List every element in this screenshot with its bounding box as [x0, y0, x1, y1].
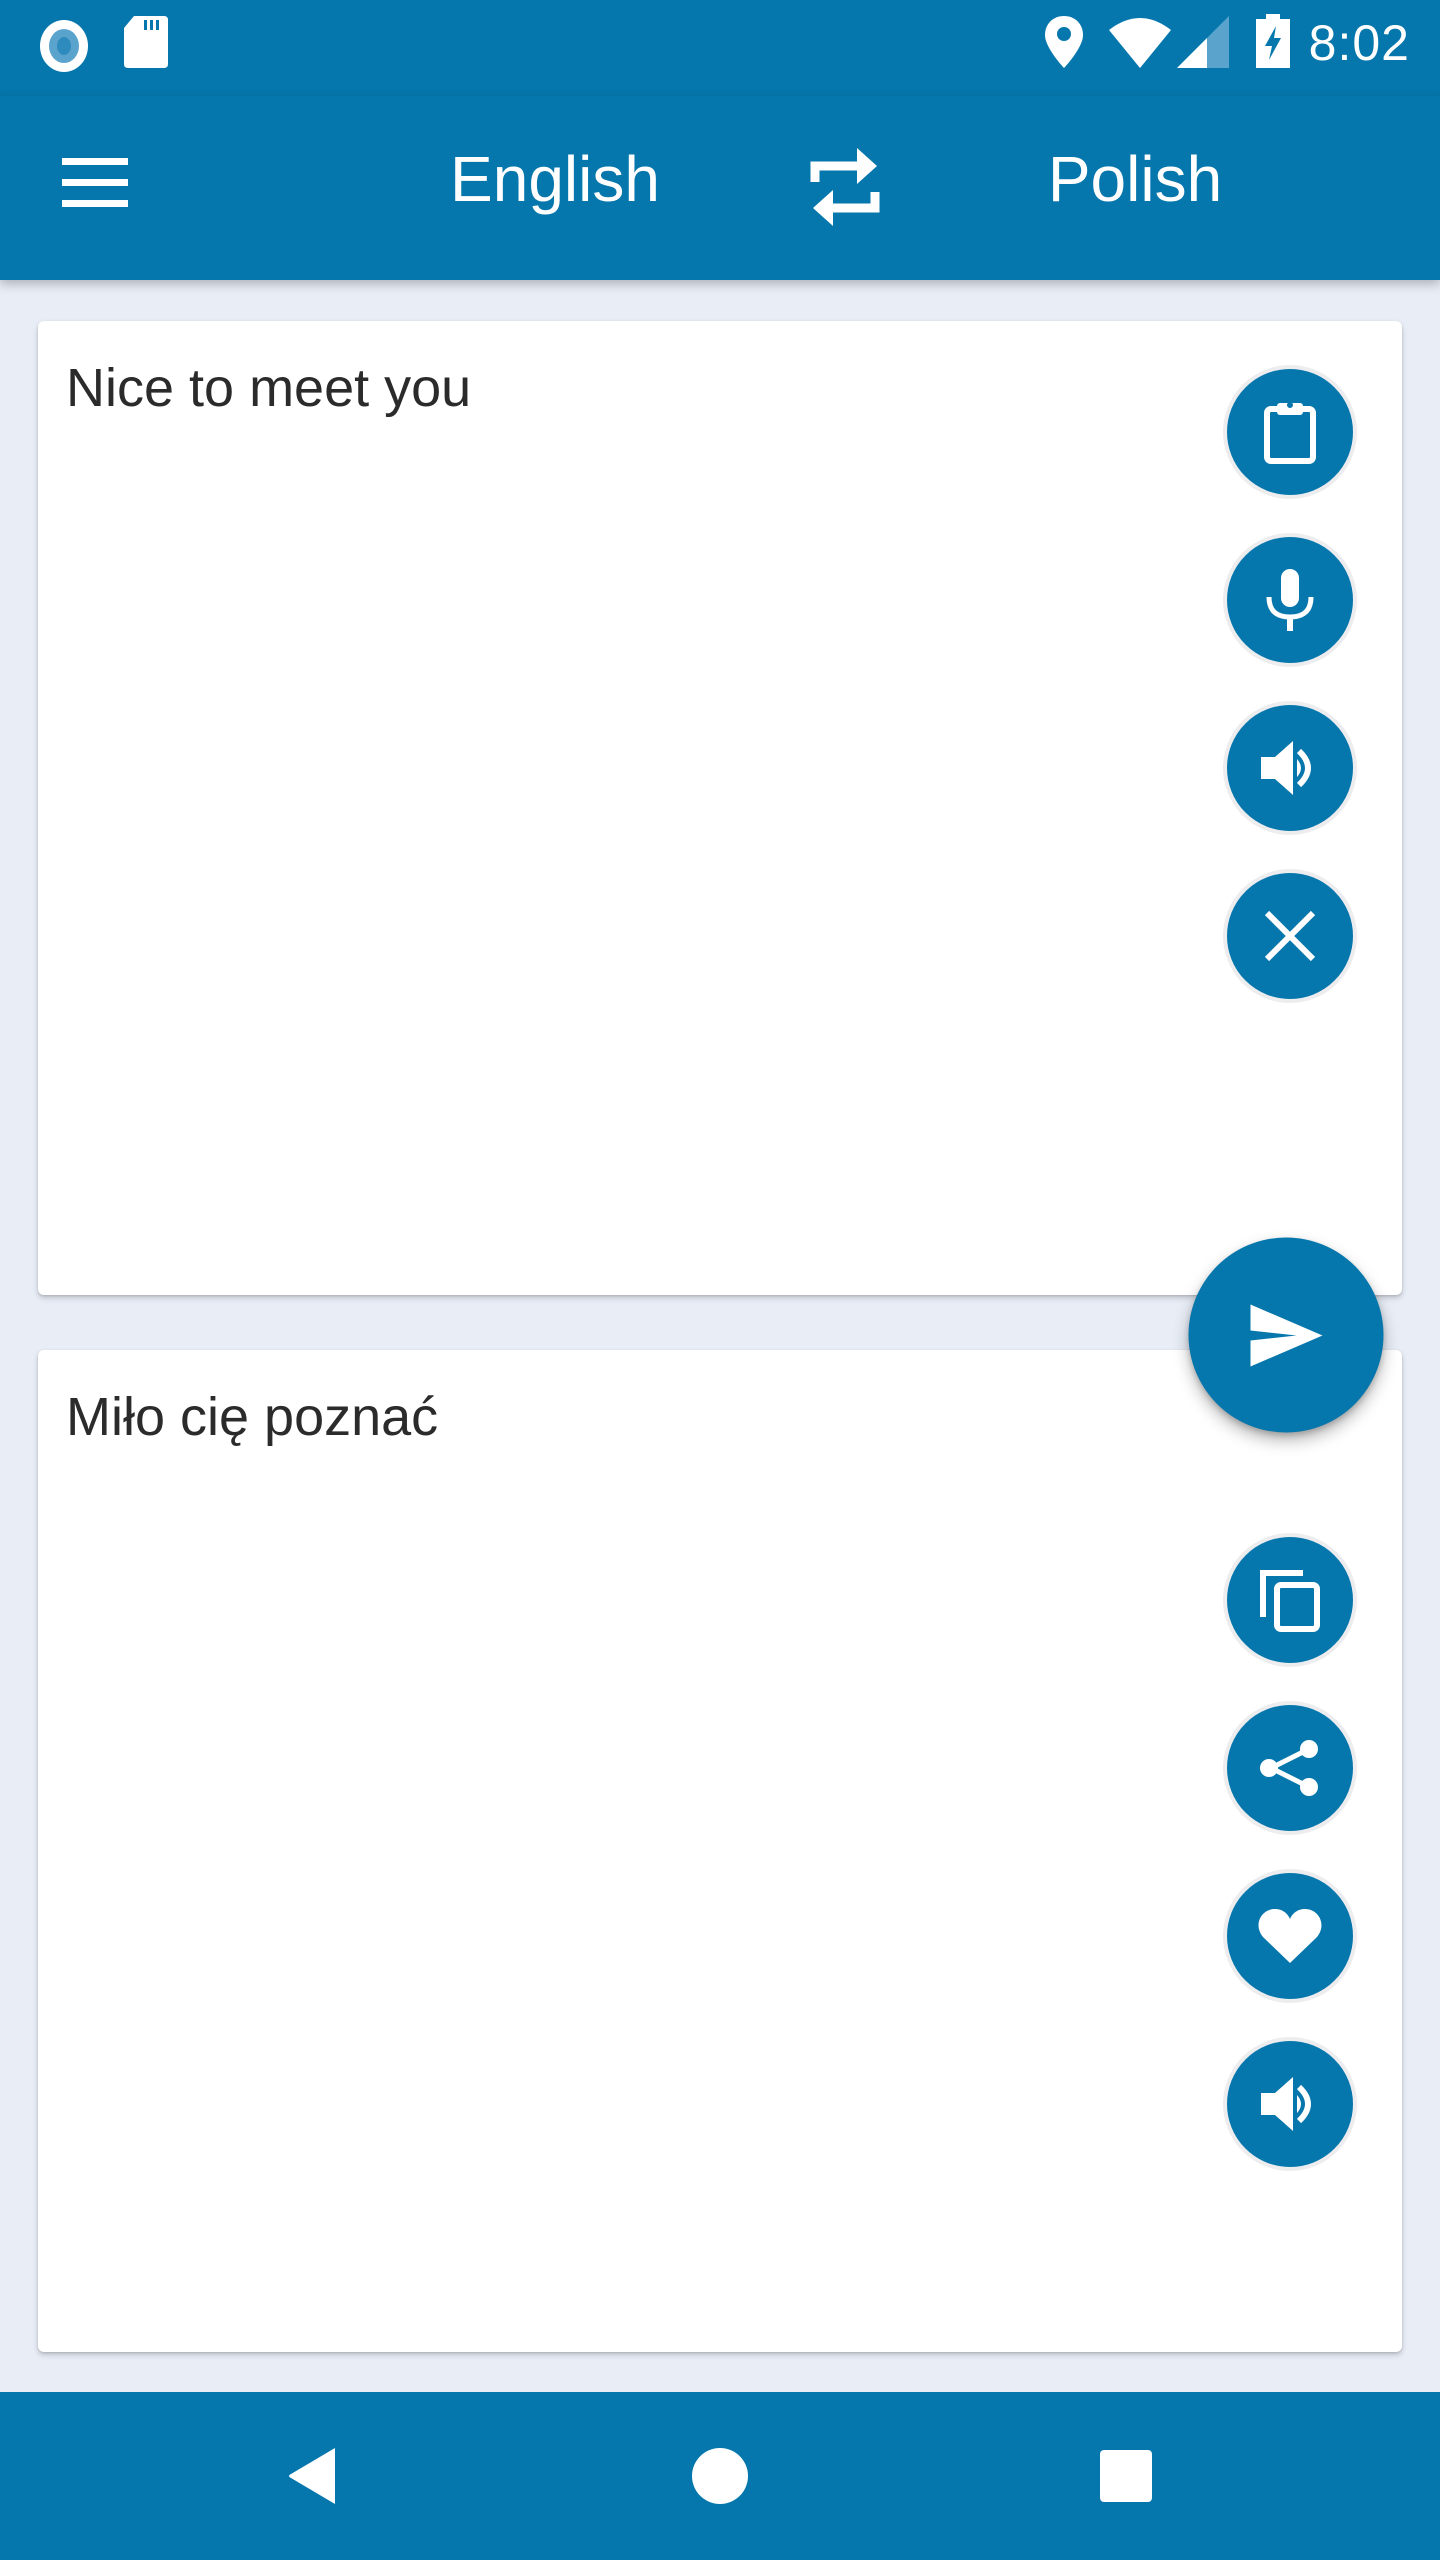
favorite-button[interactable]: [1223, 1869, 1357, 2003]
speak-translation-button[interactable]: [1223, 2037, 1357, 2171]
back-icon: [289, 2448, 335, 2504]
source-text-card: Nice to meet you: [38, 321, 1402, 1295]
clear-button[interactable]: [1223, 869, 1357, 1003]
microphone-icon: [1266, 569, 1314, 631]
speak-source-button[interactable]: [1223, 701, 1357, 835]
target-language-selector[interactable]: Polish: [1048, 142, 1222, 216]
share-icon: [1260, 1740, 1318, 1796]
clipboard-icon: [1264, 402, 1316, 464]
heart-icon: [1258, 1909, 1322, 1963]
source-text-input[interactable]: Nice to meet you: [66, 357, 471, 419]
recents-button[interactable]: [1076, 2426, 1176, 2526]
translation-text: Miło cię poznać: [66, 1387, 439, 1447]
menu-button[interactable]: [62, 152, 134, 224]
menu-icon: [62, 158, 134, 207]
translate-button[interactable]: [1188, 1237, 1384, 1433]
voice-input-button[interactable]: [1223, 533, 1357, 667]
recents-icon: [1100, 2450, 1152, 2502]
close-icon: [1264, 910, 1316, 962]
home-icon: [692, 2448, 748, 2504]
swap-icon: [810, 148, 880, 226]
wifi-icon: [1109, 18, 1171, 68]
speaker-icon: [1261, 2077, 1311, 2131]
sd-card-icon: [124, 16, 168, 68]
status-bar: 8:02: [0, 0, 1440, 96]
sync-circle-icon: [40, 20, 88, 72]
translation-card: Miło cię poznać: [38, 1350, 1402, 2352]
copy-icon: [1260, 1570, 1320, 1632]
share-button[interactable]: [1223, 1701, 1357, 1835]
swap-languages-button[interactable]: [805, 142, 885, 232]
send-icon: [1250, 1304, 1322, 1366]
system-nav-bar: [0, 2392, 1440, 2560]
home-button[interactable]: [670, 2426, 770, 2526]
app-bar: English Polish: [0, 96, 1440, 280]
location-icon: [1045, 16, 1083, 68]
signal-icon: [1177, 16, 1229, 68]
copy-button[interactable]: [1223, 1533, 1357, 1667]
source-language-selector[interactable]: English: [450, 142, 660, 216]
back-button[interactable]: [265, 2426, 365, 2526]
clock: 8:02: [1308, 15, 1410, 71]
speaker-icon: [1261, 741, 1311, 795]
battery-charging-icon: [1256, 14, 1290, 68]
paste-button[interactable]: [1223, 365, 1357, 499]
